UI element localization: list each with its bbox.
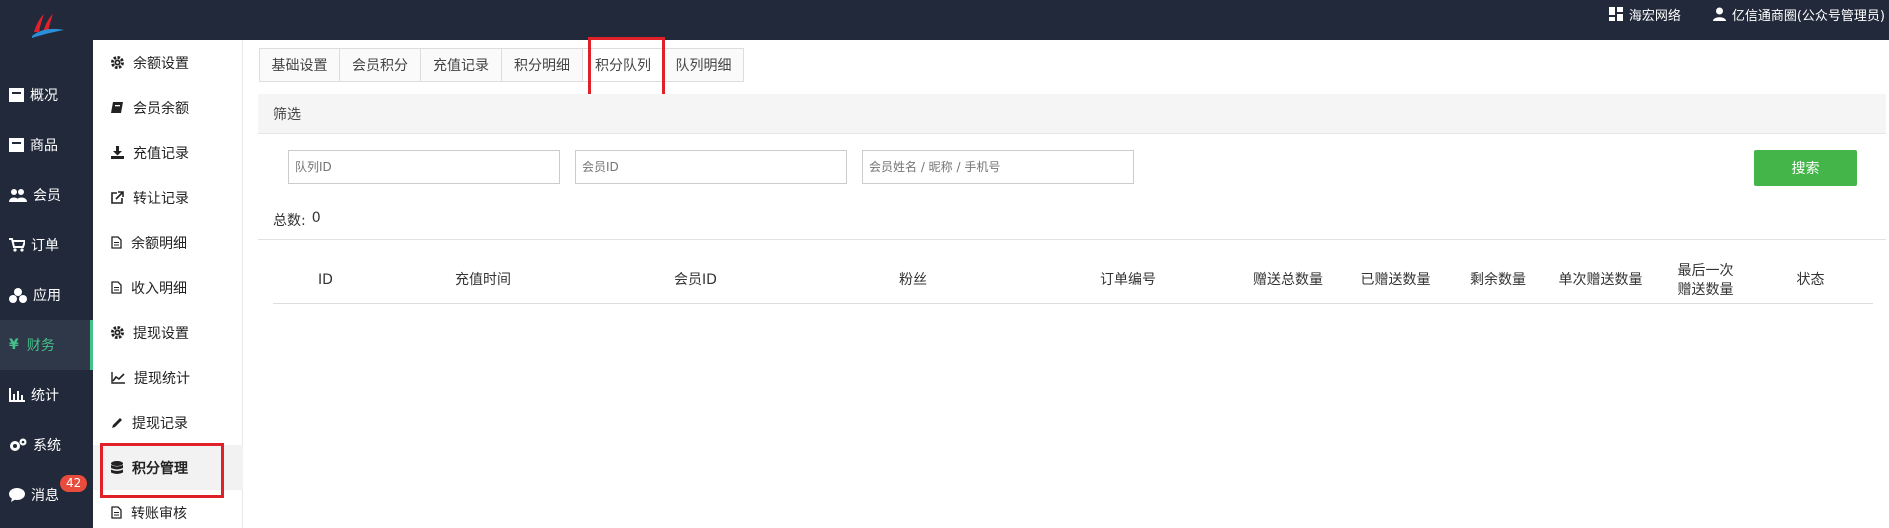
user-label: 亿信通商圈(公众号管理员): [1731, 8, 1885, 24]
subnav-item-withdraw-records[interactable]: 提现记录: [93, 400, 243, 445]
tab-basic-settings[interactable]: 基础设置: [259, 48, 339, 82]
file-icon: [111, 236, 122, 249]
subnav-item-balance-settings[interactable]: 余额设置: [93, 40, 243, 85]
column-header-member-id: 会员ID: [674, 272, 717, 288]
column-header-recharge-time: 充值时间: [455, 272, 511, 288]
line-chart-icon: [111, 371, 125, 384]
subnav-item-income-details[interactable]: 收入明细: [93, 265, 243, 310]
column-header-id: ID: [318, 272, 333, 288]
grid-icon: [1608, 7, 1623, 21]
search-button[interactable]: 搜索: [1754, 150, 1857, 186]
tab-points-queue[interactable]: 积分队列: [582, 48, 663, 82]
total-value: 0: [311, 210, 321, 226]
subnav-item-withdraw-settings[interactable]: 提现设置: [93, 310, 243, 355]
member-search-input[interactable]: [862, 150, 1134, 184]
chat-icon: [9, 488, 25, 502]
download-icon: [111, 146, 124, 159]
gear-icon: [111, 56, 124, 69]
yen-icon: ¥: [9, 337, 19, 353]
nav-item-apps[interactable]: 应用: [0, 270, 93, 320]
users-icon: [9, 189, 27, 202]
nav-item-system[interactable]: 系统: [0, 420, 93, 470]
queue-id-input[interactable]: [288, 150, 560, 184]
nav-item-members[interactable]: 会员: [0, 170, 93, 220]
message-count-badge: 42: [60, 475, 88, 492]
total-label: 总数:: [273, 213, 306, 229]
finance-subnav: 余额设置 会员余额 充值记录 转让记录 余额明细 收入明细 提现设置 提现统计 …: [93, 40, 243, 528]
subnav-item-member-balance[interactable]: 会员余额: [93, 85, 243, 130]
main-sidebar: 概况 商品 会员 订单 应用 ¥ 财务 统计 系统 消息 42: [0, 40, 93, 528]
nav-item-orders[interactable]: 订单: [0, 220, 93, 270]
subnav-item-points-management[interactable]: 积分管理: [93, 445, 243, 490]
box-icon: [9, 138, 24, 152]
user-menu[interactable]: 亿信通商圈(公众号管理员): [1712, 5, 1885, 24]
nav-item-finance[interactable]: ¥ 财务: [0, 320, 93, 370]
total-count: 总数: 0: [273, 210, 321, 230]
column-header-order-no: 订单编号: [1100, 272, 1156, 288]
column-header-status: 状态: [1796, 272, 1825, 288]
column-header-gifted: 已赠送数量: [1360, 272, 1431, 288]
nav-item-goods[interactable]: 商品: [0, 120, 93, 170]
brand-menu[interactable]: 海宏网络: [1608, 5, 1681, 24]
gears-icon: [10, 438, 27, 451]
brand-label: 海宏网络: [1628, 8, 1681, 24]
divider: [258, 239, 1886, 240]
tab-points-details[interactable]: 积分明细: [501, 48, 582, 82]
column-header-fans: 粉丝: [899, 272, 927, 288]
subnav-item-transfer-review[interactable]: 转账审核: [93, 490, 243, 528]
subnav-item-transfer-records[interactable]: 转让记录: [93, 175, 243, 220]
user-icon: [1712, 7, 1726, 21]
member-id-input[interactable]: [575, 150, 847, 184]
column-header-total-gift: 赠送总数量: [1253, 272, 1323, 288]
nav-item-stats[interactable]: 统计: [0, 370, 93, 420]
nav-item-overview[interactable]: 概况: [0, 70, 93, 120]
column-header-last-gift: 最后一次 赠送数量: [1677, 262, 1734, 298]
database-icon: [111, 460, 123, 474]
column-header-remaining: 剩余数量: [1470, 272, 1526, 288]
nav-item-messages[interactable]: 消息 42: [0, 470, 93, 520]
tab-queue-details[interactable]: 队列明细: [663, 48, 744, 82]
table-header: ID 充值时间 会员ID 粉丝 订单编号 赠送总数量 已赠送数量 剩余数量 单次…: [273, 257, 1873, 304]
file-icon: [111, 506, 122, 519]
logo-icon[interactable]: [30, 10, 66, 40]
tab-bar: 基础设置 会员积分 充值记录 积分明细 积分队列 队列明细: [259, 48, 744, 82]
dashboard-icon: [9, 88, 24, 102]
subnav-item-recharge-records[interactable]: 充值记录: [93, 130, 243, 175]
filter-panel-title: 筛选: [258, 94, 1886, 134]
book-icon: [111, 102, 123, 113]
tab-member-points[interactable]: 会员积分: [339, 48, 420, 82]
cart-icon: [9, 238, 25, 252]
external-link-icon: [111, 191, 124, 204]
file-icon: [111, 281, 122, 294]
subnav-item-withdraw-stats[interactable]: 提现统计: [93, 355, 243, 400]
tab-recharge-records[interactable]: 充值记录: [420, 48, 501, 82]
top-right-menu: 海宏网络 亿信通商圈(公众号管理员): [1577, 0, 1885, 28]
apps-icon: [9, 287, 27, 303]
gear-icon: [111, 326, 124, 339]
top-bar: 海宏网络 亿信通商圈(公众号管理员): [0, 0, 1889, 40]
subnav-item-balance-details[interactable]: 余额明细: [93, 220, 243, 265]
pencil-icon: [112, 417, 122, 428]
bar-chart-icon: [9, 388, 25, 402]
column-header-single-gift: 单次赠送数量: [1558, 272, 1643, 288]
